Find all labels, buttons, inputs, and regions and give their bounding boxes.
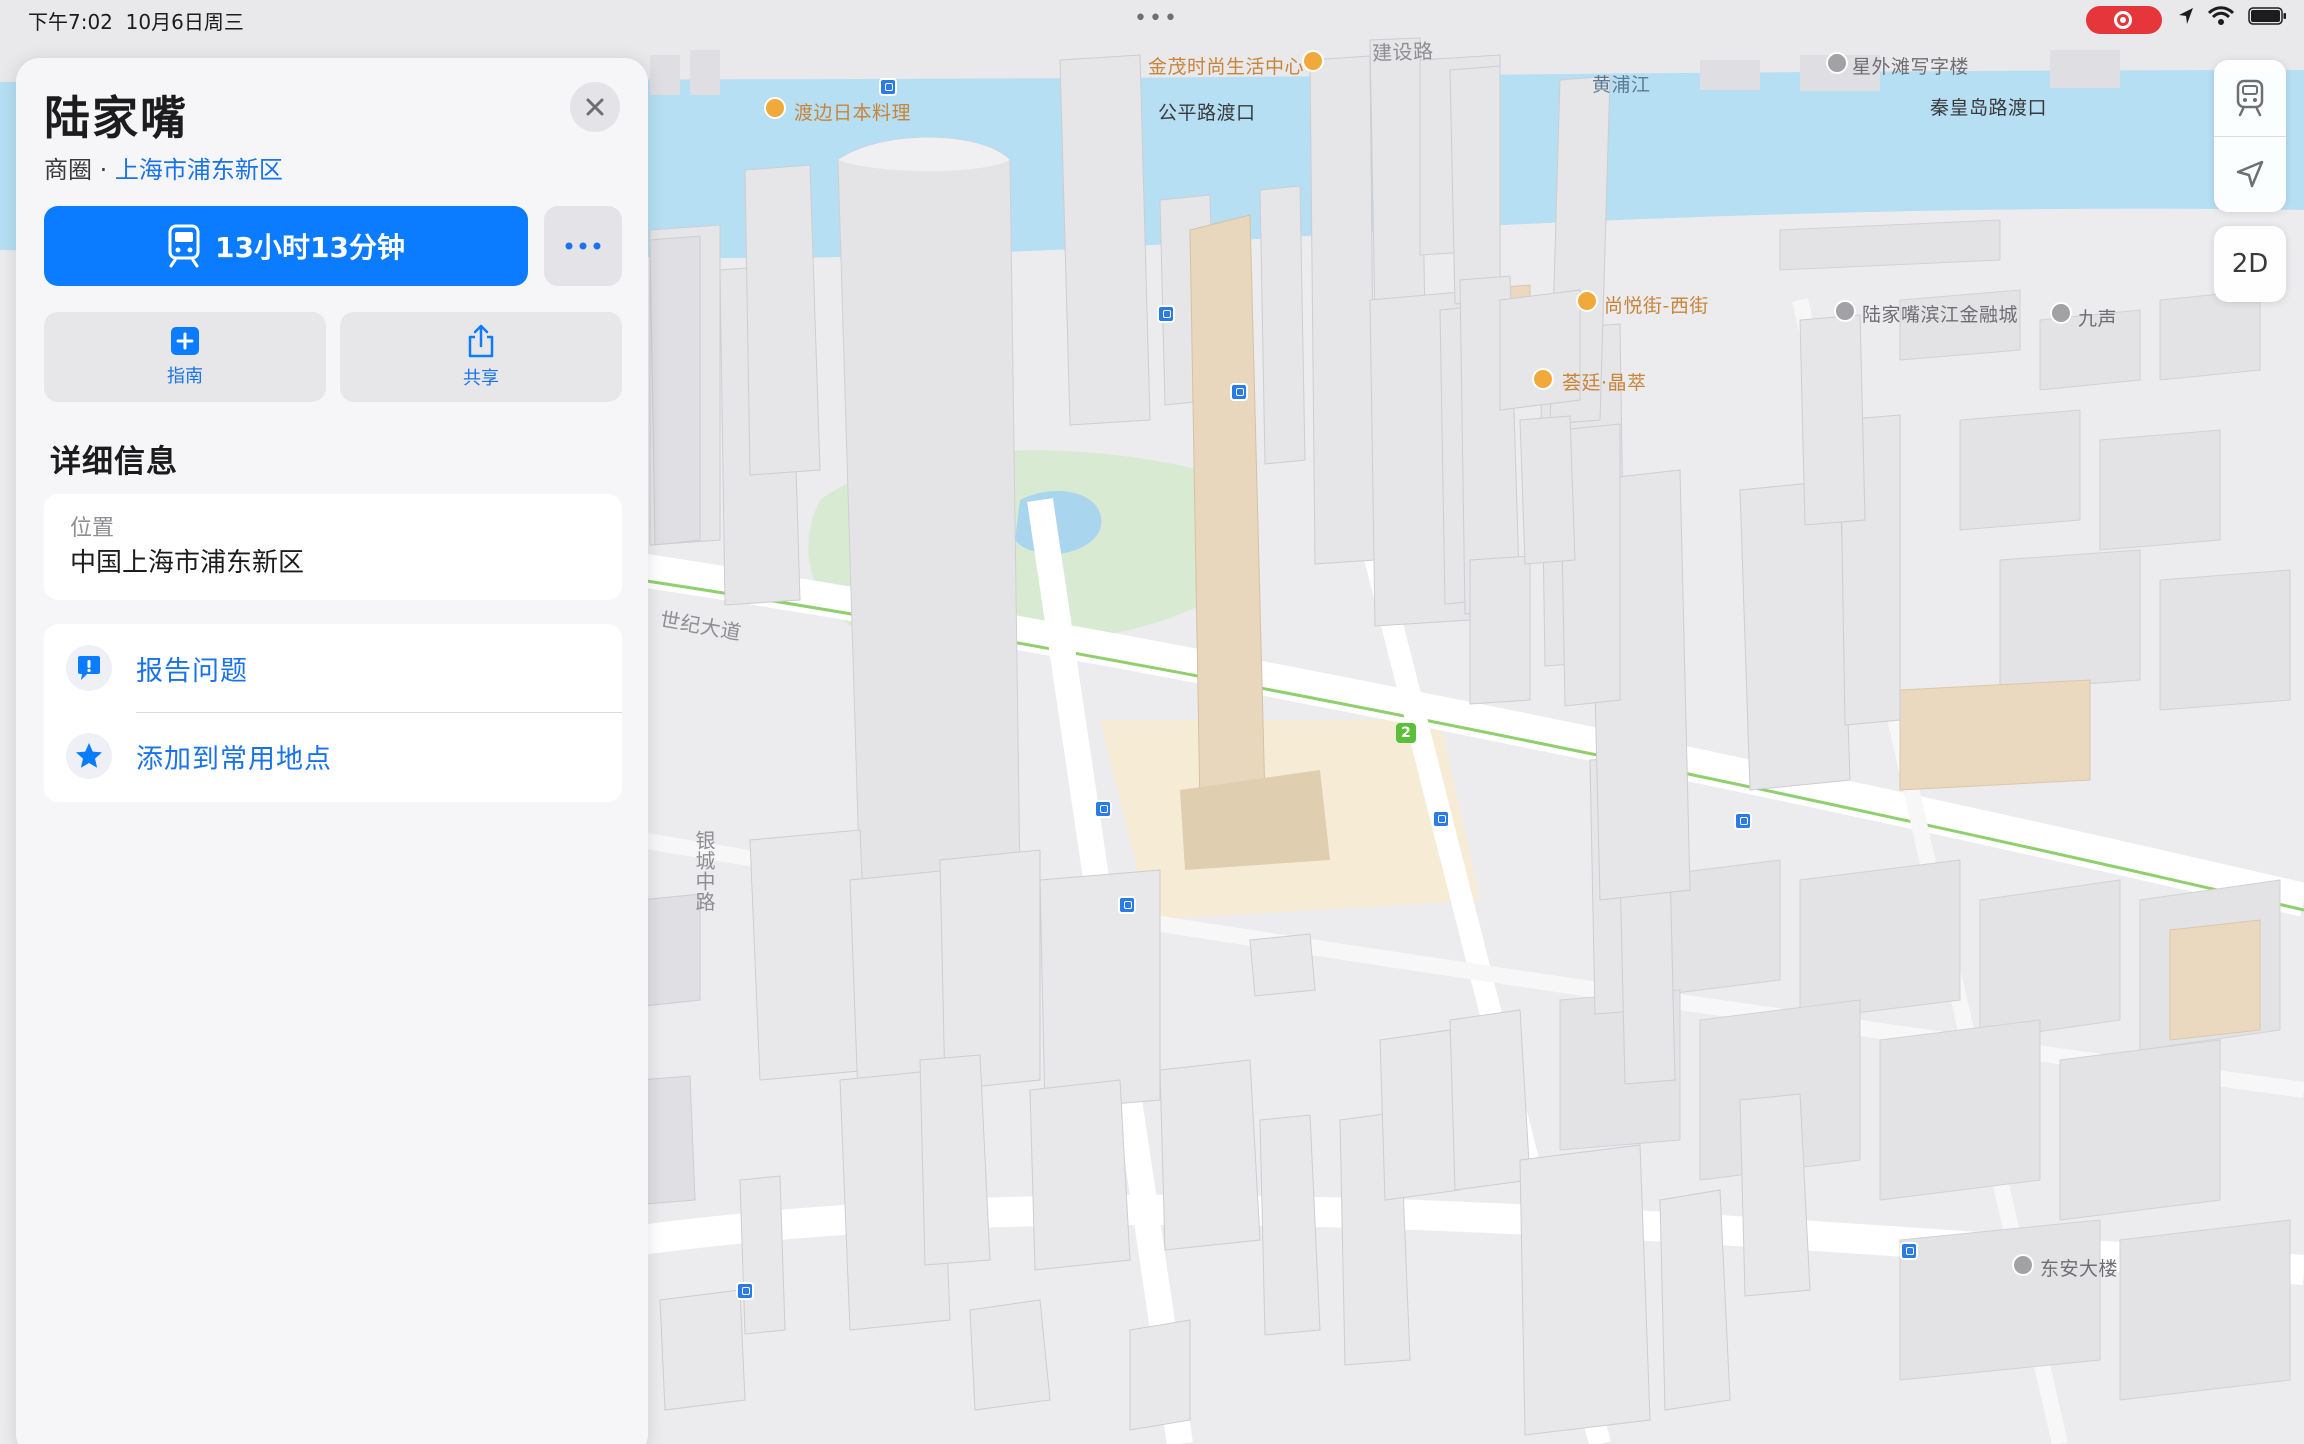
report-bubble-icon [78, 656, 100, 680]
shopping-pin-icon[interactable] [1302, 50, 1324, 72]
train-icon [168, 224, 200, 268]
building-pin-icon[interactable] [2050, 302, 2072, 324]
hotel-pin-icon[interactable] [1532, 368, 1554, 390]
report-issue-row[interactable]: 报告问题 [44, 624, 622, 712]
building-pin-icon[interactable] [2012, 1254, 2034, 1276]
view-toggle-button[interactable]: 2D [2214, 226, 2286, 302]
screen-recording-indicator[interactable] [2086, 6, 2162, 34]
add-favorite-label: 添加到常用地点 [136, 743, 332, 775]
metro-station-icon[interactable] [1118, 896, 1136, 914]
metro-station-icon[interactable] [879, 78, 897, 96]
guide-label: 指南 [167, 366, 203, 387]
road-label: 银城中路 [692, 830, 716, 912]
report-icon-wrap [66, 645, 112, 691]
building-pin-icon[interactable] [1834, 300, 1856, 322]
metro-station-icon[interactable] [1734, 812, 1752, 830]
close-button[interactable] [570, 82, 620, 132]
poi-label[interactable]: 金茂时尚生活中心 [1148, 52, 1304, 79]
star-icon [76, 743, 102, 768]
battery-icon [2248, 7, 2286, 25]
location-card: 位置 中国上海市浦东新区 [44, 494, 622, 600]
poi-label[interactable]: 九声 [2078, 304, 2117, 331]
details-heading: 详细信息 [50, 444, 178, 480]
add-favorite-row[interactable]: 添加到常用地点 [44, 712, 622, 800]
status-icons [2178, 6, 2288, 26]
more-button[interactable] [544, 206, 622, 286]
metro-station-icon[interactable] [1094, 800, 1112, 818]
map-control-stack [2214, 60, 2286, 212]
place-title: 陆家嘴 [44, 91, 188, 145]
poi-label[interactable]: 荟廷·晶萃 [1562, 368, 1647, 395]
actions-card: 报告问题 添加到常用地点 [44, 624, 622, 802]
wifi-icon [2208, 6, 2234, 25]
metro-station-icon[interactable] [1900, 1242, 1918, 1260]
place-card: 陆家嘴 商圈 · 上海市浦东新区 13小时13分钟 指南 共享 详细信息 位置 … [16, 58, 648, 1444]
place-category: 商圈 [44, 156, 92, 184]
poi-label[interactable]: 渡边日本料理 [794, 98, 911, 125]
share-button[interactable]: 共享 [340, 312, 622, 402]
view-toggle-label: 2D [2231, 249, 2269, 279]
directions-label: 13小时13分钟 [215, 231, 405, 264]
place-subtitle: 商圈 · 上海市浦东新区 [44, 150, 283, 185]
transit-mode-button[interactable] [2214, 60, 2286, 136]
poi-label[interactable]: 陆家嘴滨江金融城 [1862, 300, 2018, 327]
shopping-pin-icon[interactable] [1576, 290, 1598, 312]
plus-square-icon [171, 327, 199, 355]
subtitle-separator: · [92, 156, 115, 184]
building-pin-icon[interactable] [1826, 52, 1848, 74]
multitask-dots[interactable]: ••• [1134, 6, 1179, 31]
guide-button[interactable]: 指南 [44, 312, 326, 402]
metro-line-marker[interactable]: 2 [1396, 723, 1416, 743]
status-bar: 下午7:02 10月6日周三 ••• [0, 0, 2304, 40]
directions-button[interactable]: 13小时13分钟 [44, 206, 528, 286]
status-time: 下午7:02 10月6日周三 [28, 6, 244, 35]
metro-station-icon[interactable] [1157, 305, 1175, 323]
metro-station-icon[interactable] [1230, 383, 1248, 401]
train-icon [2236, 79, 2264, 117]
report-issue-label: 报告问题 [136, 655, 248, 687]
river-label: 黄浦江 [1592, 74, 1651, 96]
location-label: 位置 [70, 516, 115, 541]
ferry-label[interactable]: 秦皇岛路渡口 [1930, 93, 2047, 120]
locate-me-button[interactable] [2214, 136, 2286, 212]
region-link[interactable]: 上海市浦东新区 [115, 156, 283, 184]
star-icon-wrap [66, 733, 112, 779]
location-value: 中国上海市浦东新区 [70, 548, 305, 578]
poi-label[interactable]: 尚悦街-西街 [1604, 291, 1709, 318]
close-icon [586, 98, 604, 116]
poi-label[interactable]: 东安大楼 [2040, 1254, 2118, 1281]
location-arrow-icon [2179, 8, 2193, 24]
metro-station-icon[interactable] [1432, 810, 1450, 828]
status-date: 10月6日周三 [125, 10, 244, 34]
more-icon [565, 242, 601, 250]
share-label: 共享 [463, 368, 499, 389]
ferry-label[interactable]: 公平路渡口 [1158, 98, 1256, 125]
location-arrow-icon [2236, 160, 2264, 188]
restaurant-pin-icon[interactable] [764, 97, 786, 119]
poi-label[interactable]: 星外滩写字楼 [1852, 52, 1969, 79]
metro-station-icon[interactable] [736, 1282, 754, 1300]
share-icon [468, 324, 494, 358]
status-clock: 下午7:02 [28, 10, 113, 34]
